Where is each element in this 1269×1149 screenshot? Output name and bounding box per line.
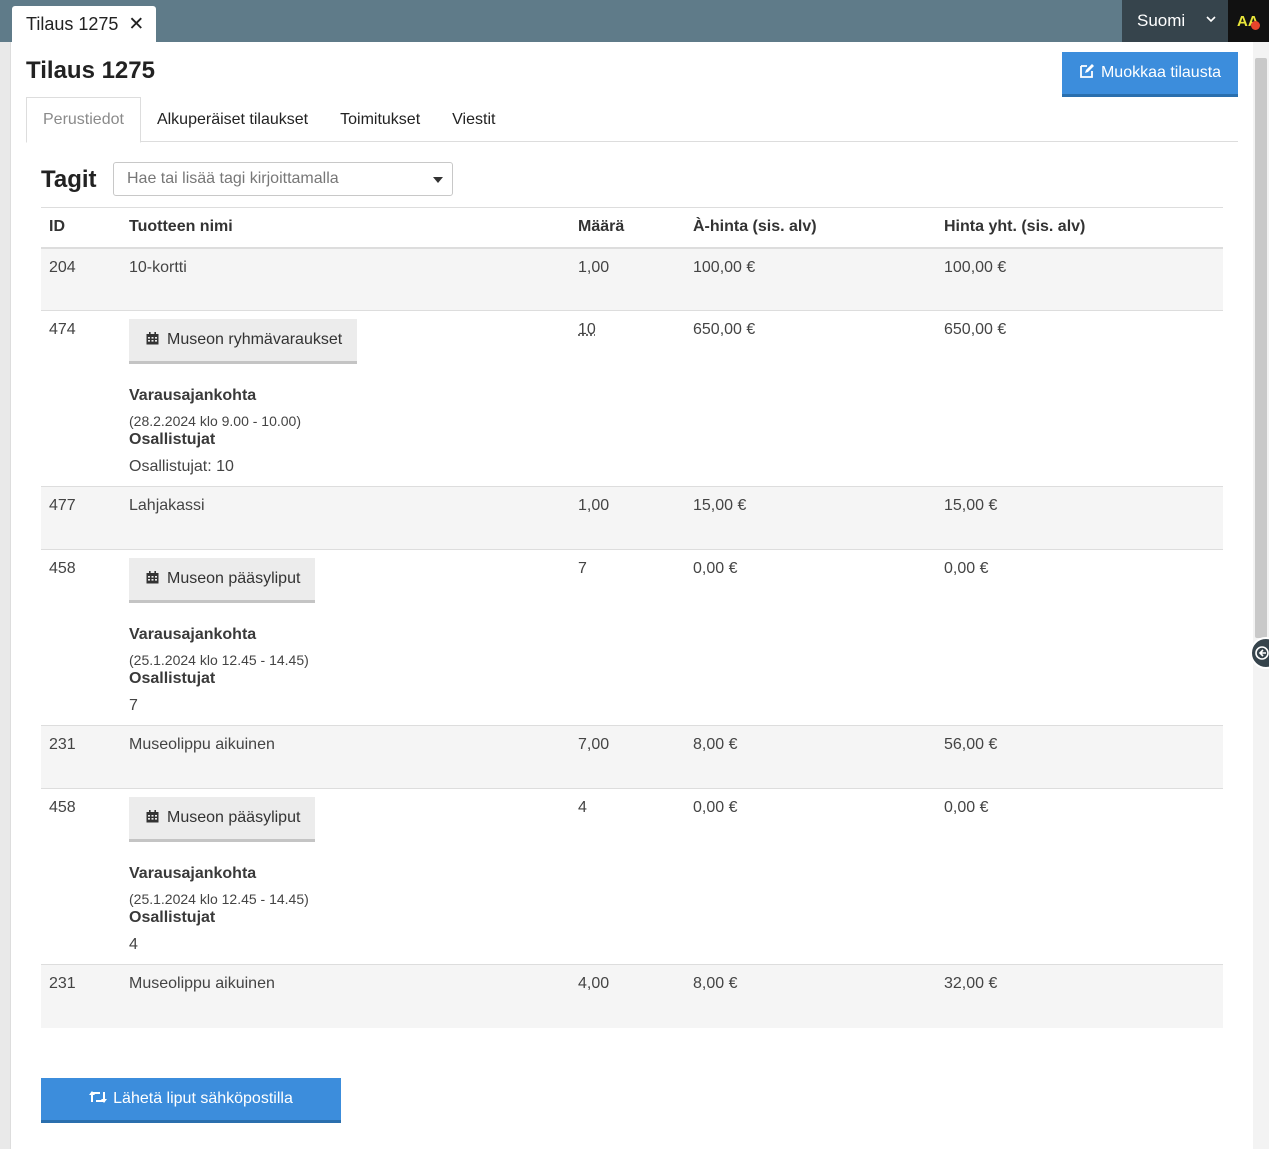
table-header-row: ID Tuotteen nimi Määrä À-hinta (sis. alv…: [41, 208, 1223, 248]
edit-order-button[interactable]: Muokkaa tilausta: [1062, 52, 1238, 97]
language-label: Suomi: [1137, 11, 1185, 31]
cell-id: 477: [41, 487, 121, 550]
table-row: 231 Museolippu aikuinen 4,00 8,00 € 32,0…: [41, 965, 1223, 1028]
column-header-quantity[interactable]: Määrä: [570, 208, 685, 248]
booking-button-label: Museon ryhmävaraukset: [167, 331, 342, 349]
cell-total: 32,00 €: [936, 965, 1223, 1028]
chevron-down-icon: [1206, 11, 1216, 26]
reservation-time-label: Varausajankohta: [129, 387, 562, 405]
tab-toimitukset[interactable]: Toimitukset: [324, 97, 436, 142]
cell-quantity: 4,00: [570, 965, 685, 1028]
booking-button-label: Museon pääsyliput: [167, 809, 300, 827]
cell-name: Museolippu aikuinen: [121, 726, 570, 789]
cell-quantity: 7,00: [570, 726, 685, 789]
edit-order-label: Muokkaa tilausta: [1101, 64, 1221, 82]
reservation-time: (28.2.2024 klo 9.00 - 10.00): [129, 413, 562, 429]
cell-unit-price: 0,00 €: [685, 550, 936, 726]
table-row: 474 Museon ryhmävaraukset Varausajankoht…: [41, 311, 1223, 487]
participants-value: Osallistujat: 10: [129, 458, 562, 476]
cell-id: 204: [41, 248, 121, 311]
notification-dot-icon: [1251, 21, 1260, 30]
cell-id: 474: [41, 311, 121, 487]
cell-quantity: 10: [570, 311, 685, 487]
close-icon[interactable]: ✕: [128, 13, 144, 36]
cell-quantity: 7: [570, 550, 685, 726]
cell-id: 231: [41, 726, 121, 789]
page-title: Tilaus 1275: [26, 57, 155, 85]
cell-name: Museon ryhmävaraukset Varausajankohta (2…: [121, 311, 570, 487]
cell-unit-price: 8,00 €: [685, 965, 936, 1028]
booking-button[interactable]: Museon pääsyliput: [129, 797, 315, 842]
table-row: 458 Museon pääsyliput Varausajankohta (2…: [41, 789, 1223, 965]
order-items-table: ID Tuotteen nimi Määrä À-hinta (sis. alv…: [41, 207, 1223, 1028]
document-tab-title: Tilaus 1275: [26, 14, 118, 35]
send-tickets-email-button[interactable]: Lähetä liput sähköpostilla: [41, 1078, 341, 1123]
participants-label: Osallistujat: [129, 670, 562, 688]
cell-name: Museolippu aikuinen: [121, 965, 570, 1028]
cell-unit-price: 8,00 €: [685, 726, 936, 789]
cell-unit-price: 0,00 €: [685, 789, 936, 965]
cell-id: 458: [41, 789, 121, 965]
calendar-icon: [146, 810, 159, 826]
top-bar: [0, 0, 1269, 42]
column-header-id[interactable]: ID: [41, 208, 121, 248]
cell-id: 231: [41, 965, 121, 1028]
accessibility-button[interactable]: AA: [1228, 0, 1269, 42]
cell-name: 10-kortti: [121, 248, 570, 311]
language-selector[interactable]: Suomi: [1122, 0, 1228, 42]
table-row: 458 Museon pääsyliput Varausajankohta (2…: [41, 550, 1223, 726]
cell-name: Museon pääsyliput Varausajankohta (25.1.…: [121, 789, 570, 965]
cell-unit-price: 650,00 €: [685, 311, 936, 487]
tab-bar: Perustiedot Alkuperäiset tilaukset Toimi…: [26, 97, 1238, 142]
cell-name: Museon pääsyliput Varausajankohta (25.1.…: [121, 550, 570, 726]
cell-unit-price: 15,00 €: [685, 487, 936, 550]
reservation-time-label: Varausajankohta: [129, 626, 562, 644]
column-header-unit-price[interactable]: À-hinta (sis. alv): [685, 208, 936, 248]
cell-total: 0,00 €: [936, 550, 1223, 726]
cell-quantity: 1,00: [570, 248, 685, 311]
reservation-time-label: Varausajankohta: [129, 865, 562, 883]
booking-button[interactable]: Museon ryhmävaraukset: [129, 319, 357, 364]
cell-total: 56,00 €: [936, 726, 1223, 789]
column-header-total[interactable]: Hinta yht. (sis. alv): [936, 208, 1223, 248]
participants-value: 4: [129, 936, 562, 954]
cell-total: 650,00 €: [936, 311, 1223, 487]
cell-unit-price: 100,00 €: [685, 248, 936, 311]
scrollbar-thumb[interactable]: [1255, 58, 1267, 638]
cell-quantity: 1,00: [570, 487, 685, 550]
cell-name: Lahjakassi: [121, 487, 570, 550]
caret-down-icon: [433, 177, 443, 183]
booking-button[interactable]: Museon pääsyliput: [129, 558, 315, 603]
calendar-icon: [146, 571, 159, 587]
tags-label: Tagit: [41, 166, 97, 194]
reservation-time: (25.1.2024 klo 12.45 - 14.45): [129, 652, 562, 668]
retweet-icon: [89, 1090, 107, 1109]
cell-total: 0,00 €: [936, 789, 1223, 965]
quantity-value[interactable]: 10: [578, 321, 596, 338]
booking-button-label: Museon pääsyliput: [167, 570, 300, 588]
table-row: 231 Museolippu aikuinen 7,00 8,00 € 56,0…: [41, 726, 1223, 789]
column-header-name[interactable]: Tuotteen nimi: [121, 208, 570, 248]
participants-label: Osallistujat: [129, 431, 562, 449]
participants-label: Osallistujat: [129, 909, 562, 927]
cell-quantity: 4: [570, 789, 685, 965]
tags-select[interactable]: Hae tai lisää tagi kirjoittamalla: [113, 162, 453, 196]
tab-viestit[interactable]: Viestit: [436, 97, 511, 142]
reservation-time: (25.1.2024 klo 12.45 - 14.45): [129, 891, 562, 907]
table-row: 477 Lahjakassi 1,00 15,00 € 15,00 €: [41, 487, 1223, 550]
edit-icon: [1079, 63, 1095, 84]
tab-perustiedot[interactable]: Perustiedot: [26, 97, 141, 143]
participants-value: 7: [129, 697, 562, 715]
calendar-icon: [146, 332, 159, 348]
table-row: 204 10-kortti 1,00 100,00 € 100,00 €: [41, 248, 1223, 311]
tab-alkuperaiset-tilaukset[interactable]: Alkuperäiset tilaukset: [141, 97, 324, 142]
cell-id: 458: [41, 550, 121, 726]
tags-placeholder: Hae tai lisää tagi kirjoittamalla: [127, 170, 339, 188]
document-tab[interactable]: Tilaus 1275 ✕: [12, 6, 156, 42]
cell-total: 15,00 €: [936, 487, 1223, 550]
send-tickets-label: Lähetä liput sähköpostilla: [113, 1090, 293, 1108]
cell-total: 100,00 €: [936, 248, 1223, 311]
